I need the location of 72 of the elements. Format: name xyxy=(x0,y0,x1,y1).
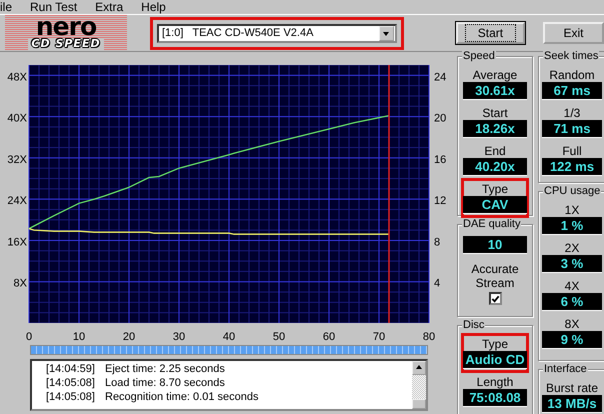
menu-item[interactable]: ile xyxy=(0,0,14,14)
logo: nero CD SPEED xyxy=(5,15,127,51)
menu-item[interactable]: Run Test xyxy=(30,0,80,14)
log-message: Load time: 8.70 seconds xyxy=(105,376,225,390)
log-timestamp: [14:05:08] xyxy=(46,376,96,390)
axis-tick-label: 48X xyxy=(7,71,27,84)
axis-tick-label: 24 xyxy=(434,71,446,84)
readout-value: 1 % xyxy=(542,217,602,235)
menu-item[interactable]: Extra xyxy=(95,0,126,14)
axis-tick-label: 16X xyxy=(7,236,27,248)
readout-value: 3 % xyxy=(542,255,602,273)
axis-tick-label: 4 xyxy=(434,278,440,290)
axis-tick-label: 8X xyxy=(14,278,27,290)
axis-tick-label: 70 xyxy=(372,331,386,342)
readout-value: 40.20x xyxy=(463,158,527,176)
field-label: Type xyxy=(482,182,508,196)
readout-value: Audio CD xyxy=(463,351,527,369)
axis-tick-label: 80 xyxy=(422,331,436,342)
group-title: CPU usage xyxy=(543,185,602,198)
axis-tick-label: 20 xyxy=(434,112,446,125)
field-label: Random xyxy=(549,68,595,82)
axis-tick-label: 32X xyxy=(7,154,27,166)
field-label: End xyxy=(484,144,506,158)
axis-tick-label: 40X xyxy=(7,112,27,125)
log-message: Recognition time: 0.01 seconds xyxy=(105,390,258,404)
readout-value: 122 ms xyxy=(542,158,602,176)
scrollbar[interactable] xyxy=(412,361,426,409)
checkbox[interactable] xyxy=(488,292,502,305)
readout-value: 30.61x xyxy=(463,82,527,100)
exit-button[interactable]: Exit xyxy=(542,22,604,44)
readout-value: CAV xyxy=(463,196,527,214)
log-message: Eject time: 2.25 seconds xyxy=(105,362,225,376)
readout-value: 9 % xyxy=(542,331,602,349)
field-label: 1/3 xyxy=(564,106,580,120)
scroll-up-icon[interactable] xyxy=(412,361,426,375)
checkbox-label: Accurate Stream xyxy=(470,262,520,290)
field-label: Type xyxy=(482,337,508,351)
field-label: Full xyxy=(562,144,582,158)
field-label: 4X xyxy=(564,279,580,293)
axis-tick-label: 24X xyxy=(7,195,27,208)
start-button[interactable]: Start xyxy=(456,22,525,44)
axis-tick-label: 20 xyxy=(122,331,136,342)
readout-value: 6 % xyxy=(542,293,602,311)
readout-value: 18.26x xyxy=(463,120,527,138)
field-label: Start xyxy=(482,106,508,120)
log-timestamp: [14:04:59] xyxy=(46,362,96,376)
menu-item[interactable]: Help xyxy=(141,0,168,14)
axis-tick-label: 12 xyxy=(434,195,446,208)
readout-value: 75:08.08 xyxy=(463,389,527,407)
scroll-thumb[interactable] xyxy=(412,399,426,409)
axis-tick-label: 60 xyxy=(322,331,336,342)
drive-dropdown[interactable]: [1:0] TEAC CD-W540E V2.4A xyxy=(157,24,397,42)
field-label: Average xyxy=(472,68,518,82)
axis-tick-label: 8 xyxy=(434,236,440,248)
axis-tick-label: 40 xyxy=(222,331,236,342)
axis-tick-label: 50 xyxy=(272,331,286,342)
log-timestamp: [14:05:08] xyxy=(46,390,96,404)
readout-value: 67 ms xyxy=(542,82,602,100)
group-title: DAE quality xyxy=(462,218,522,231)
readout-value: 13 MB/s xyxy=(542,395,602,413)
axis-tick-label: 10 xyxy=(72,331,86,342)
field-label: 8X xyxy=(564,317,580,331)
field-label: Burst rate xyxy=(546,381,598,395)
readout-value: 10 xyxy=(463,236,527,254)
axis-tick-label: 16 xyxy=(434,154,446,166)
field-label: Length xyxy=(476,375,514,389)
field-label: 2X xyxy=(564,241,580,255)
axis-tick-label: 30 xyxy=(172,331,186,342)
axis-tick-label: 0 xyxy=(26,331,32,342)
group-title: Speed xyxy=(462,50,496,63)
field-label: 1X xyxy=(564,203,580,217)
readout-value: 71 ms xyxy=(542,120,602,138)
